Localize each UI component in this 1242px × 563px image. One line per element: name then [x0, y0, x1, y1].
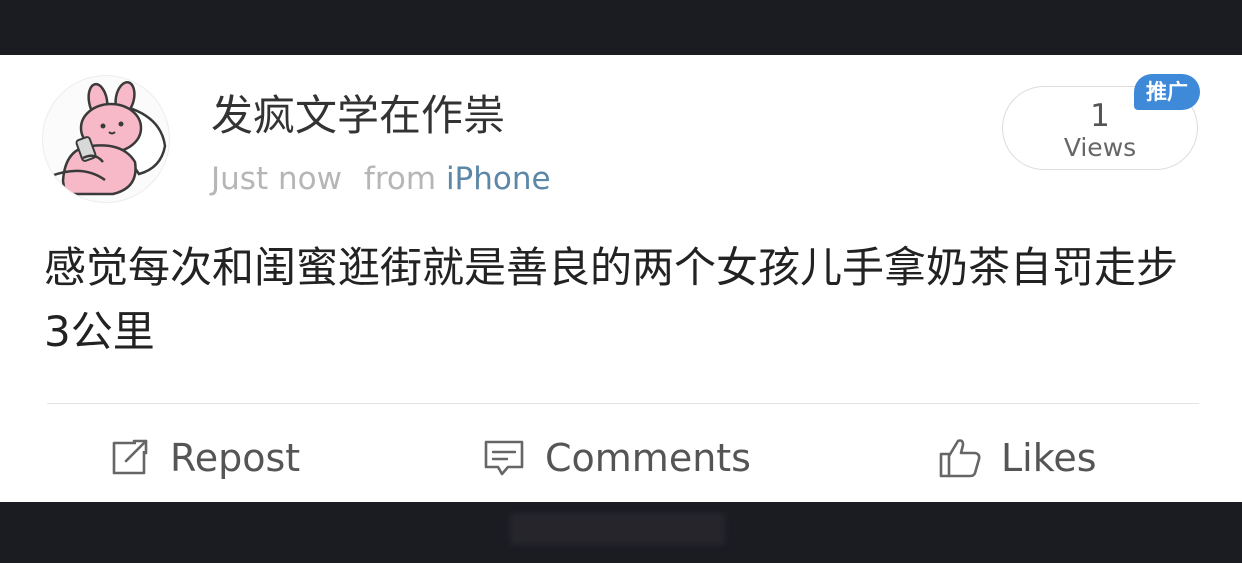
post-time: Just now [211, 161, 342, 197]
promo-badge[interactable]: 推广 [1134, 74, 1200, 110]
username[interactable]: 发疯文学在作祟 [211, 88, 505, 144]
repost-button[interactable]: Repost [106, 428, 300, 488]
repost-icon [112, 439, 148, 475]
comment-icon [484, 440, 524, 476]
comments-button[interactable]: Comments [481, 428, 751, 488]
views-label: Views [1063, 133, 1137, 162]
repost-label: Repost [170, 436, 301, 480]
top-bar [0, 0, 1242, 55]
pink-bunny-avatar-icon [50, 80, 167, 196]
thumbs-up-icon [939, 439, 981, 478]
post-meta: Just now from iPhone [211, 158, 551, 200]
likes-button[interactable]: Likes [937, 428, 1097, 488]
post-text: 感觉每次和闺蜜逛街就是善良的两个女孩儿手拿奶茶自罚走步 3公里 [44, 243, 1179, 356]
comments-label: Comments [545, 436, 751, 480]
avatar[interactable] [42, 75, 170, 203]
likes-label: Likes [1001, 436, 1097, 480]
device-link[interactable]: iPhone [446, 161, 551, 197]
from-label: from [363, 161, 437, 197]
blurred-watermark [510, 513, 725, 545]
divider [47, 403, 1199, 404]
